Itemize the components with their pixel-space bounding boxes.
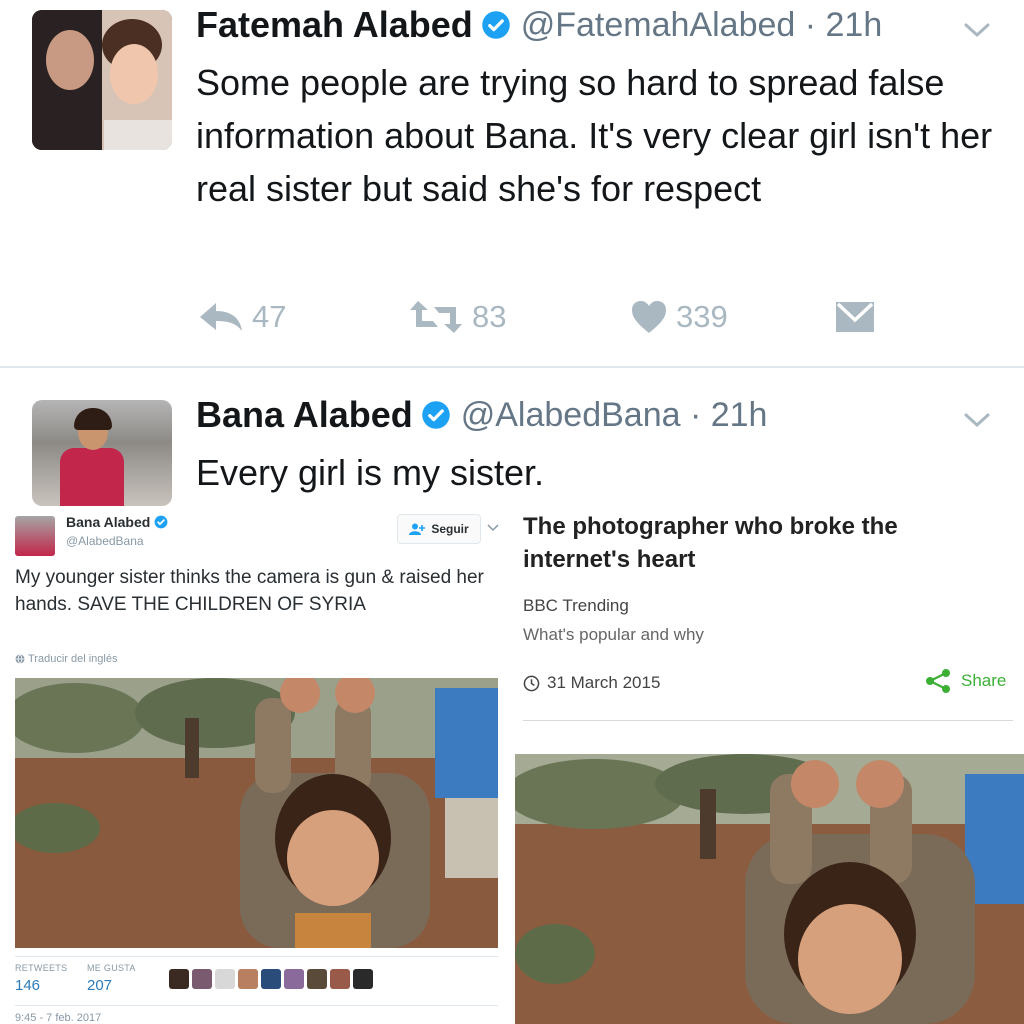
retweet-count: 83 [472, 299, 507, 334]
avatar-hair [74, 408, 112, 430]
tweet1-text: Some people are trying so hard to spread… [196, 62, 993, 209]
retweets-stat[interactable]: RETWEETS 146 [15, 963, 67, 994]
bbc-article-title[interactable]: The photographer who broke the internet'… [523, 510, 1003, 576]
liker-avatar[interactable] [261, 969, 281, 989]
clock-icon [523, 675, 540, 691]
direct-message-button[interactable] [834, 300, 884, 334]
retweet-button[interactable]: 83 [408, 299, 506, 335]
liker-avatar[interactable] [192, 969, 212, 989]
avatar-photo [32, 10, 172, 150]
child-raising-hands-photo [515, 754, 1024, 1024]
chevron-down-icon[interactable] [962, 20, 992, 40]
liker-avatar[interactable] [307, 969, 327, 989]
child-raising-hands-photo [15, 678, 498, 948]
avatar-shirt [60, 448, 124, 506]
embedded-tweet-text: My younger sister thinks the camera is g… [15, 567, 484, 615]
retweets-stat-label: RETWEETS [15, 963, 68, 973]
tweet2-handle[interactable]: @AlabedBana · 21h [461, 396, 768, 435]
like-button[interactable]: 339 [630, 299, 728, 335]
tweet2-header: Bana Alabed @AlabedBana · 21h [196, 394, 767, 436]
embedded-display-name[interactable]: Bana Alabed [66, 514, 150, 530]
embedded-display-name-row: Bana Alabed [66, 514, 168, 530]
retweet-icon [410, 301, 462, 333]
likers-avatars [169, 969, 373, 989]
reply-button[interactable]: 47 [198, 299, 286, 335]
heart-icon [632, 301, 666, 333]
bbc-source[interactable]: BBC Trending [523, 596, 629, 616]
translate-link[interactable]: Traducir del inglés [15, 653, 117, 665]
tweet-divider [0, 366, 1024, 368]
follow-button[interactable]: Seguir [397, 514, 481, 544]
share-icon [926, 669, 950, 693]
reply-icon [200, 303, 242, 331]
liker-avatar[interactable] [284, 969, 304, 989]
verified-badge-icon [421, 401, 450, 429]
embedded-handle[interactable]: @AlabedBana [66, 534, 144, 548]
globe-icon [15, 654, 25, 664]
reply-count: 47 [252, 299, 287, 334]
retweets-stat-value: 146 [15, 977, 41, 994]
liker-avatar[interactable] [238, 969, 258, 989]
bbc-date: 31 March 2015 [523, 673, 660, 693]
verified-badge-icon [154, 515, 168, 529]
tweet1-display-name[interactable]: Fatemah Alabed [196, 4, 473, 46]
avatar-fatemah[interactable] [32, 10, 172, 150]
embedded-stats-row: RETWEETS 146 ME GUSTA 207 [15, 956, 498, 1006]
share-button[interactable]: Share [925, 669, 1006, 693]
liker-avatar[interactable] [353, 969, 373, 989]
likes-stat[interactable]: ME GUSTA 207 [87, 963, 136, 994]
envelope-icon [836, 302, 874, 332]
follow-label: Seguir [431, 522, 469, 536]
tweet1-handle[interactable]: @FatemahAlabed · 21h [521, 6, 883, 45]
chevron-down-icon[interactable] [962, 410, 992, 430]
tweet2-display-name[interactable]: Bana Alabed [196, 394, 413, 436]
chevron-down-icon[interactable] [487, 524, 499, 532]
like-count: 339 [676, 299, 728, 334]
likes-stat-label: ME GUSTA [87, 963, 136, 973]
embedded-avatar[interactable] [15, 516, 55, 556]
share-label: Share [961, 671, 1007, 690]
tweet2-text: Every girl is my sister. [196, 452, 545, 493]
embedded-tweet: Bana Alabed @AlabedBana Seguir My younge… [0, 508, 505, 1024]
liker-avatar[interactable] [169, 969, 189, 989]
follow-user-icon [409, 523, 426, 535]
bbc-article-card: The photographer who broke the internet'… [505, 508, 1024, 1024]
liker-avatar[interactable] [330, 969, 350, 989]
bbc-tagline: What's popular and why [523, 625, 704, 644]
verified-badge-icon [481, 11, 510, 39]
bbc-article-photo[interactable] [515, 754, 1024, 1024]
translate-label: Traducir del inglés [28, 653, 118, 665]
liker-avatar[interactable] [215, 969, 235, 989]
likes-stat-value: 207 [87, 977, 113, 994]
avatar-bana[interactable] [32, 400, 172, 506]
embedded-tweet-photo[interactable] [15, 678, 498, 948]
embedded-timestamp[interactable]: 9:45 - 7 feb. 2017 [15, 1012, 101, 1024]
bbc-date-text: 31 March 2015 [547, 673, 661, 692]
tweet1-header: Fatemah Alabed @FatemahAlabed · 21h [196, 4, 882, 46]
bbc-divider [523, 720, 1013, 721]
